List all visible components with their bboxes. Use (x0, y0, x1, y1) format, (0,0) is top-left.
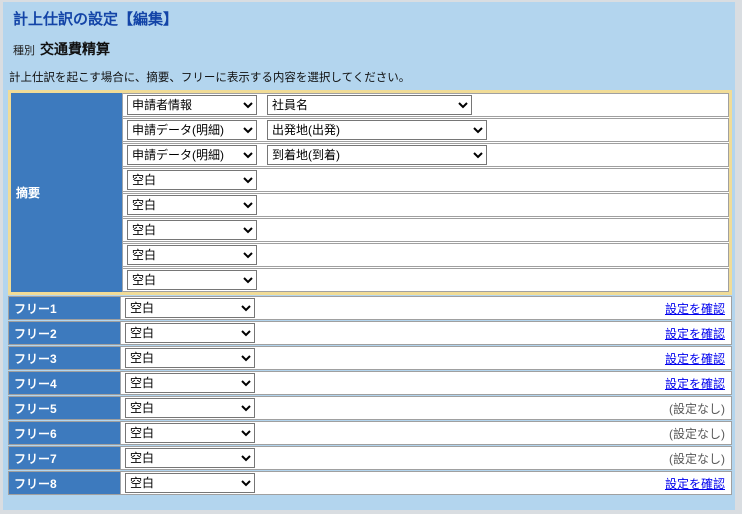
summary-row-3: 申請データ(明細) 到着地(到着) (123, 143, 729, 167)
free-5-source-select[interactable]: 空白 (125, 398, 255, 418)
free-row-5: フリー5 空白 (設定なし) (8, 396, 732, 420)
free-3-row-header: フリー3 (9, 347, 121, 369)
instruction-text: 計上仕訳を起こす場合に、摘要、フリーに表示する内容を選択してください。 (9, 69, 410, 85)
category-line: 種別交通費精算 (13, 39, 110, 59)
free-7-content: 空白 (設定なし) (121, 447, 731, 469)
summary-6-source-select[interactable]: 空白 (127, 220, 257, 240)
free-4-source-select[interactable]: 空白 (125, 373, 255, 393)
summary-row-1: 申請者情報 社員名 (123, 93, 729, 117)
summary-row-2: 申請データ(明細) 出発地(出発) (123, 118, 729, 142)
free-row-1: フリー1 空白 設定を確認 (8, 296, 732, 320)
summary-2-source-select[interactable]: 申請データ(明細) (127, 120, 257, 140)
free-7-no-setting-text: (設定なし) (669, 452, 725, 466)
free-row-7: フリー7 空白 (設定なし) (8, 446, 732, 470)
free-8-source-select[interactable]: 空白 (125, 473, 255, 493)
free-7-source-select[interactable]: 空白 (125, 448, 255, 468)
summary-rows: 申請者情報 社員名 申請データ(明細) 出発地(出発) 申請データ(明細) 到着… (123, 93, 729, 292)
free-2-content: 空白 設定を確認 (121, 322, 731, 344)
free-4-confirm-settings-link[interactable]: 設定を確認 (665, 377, 725, 391)
summary-4-source-select[interactable]: 空白 (127, 170, 257, 190)
free-8-row-header: フリー8 (9, 472, 121, 494)
free-2-row-header: フリー2 (9, 322, 121, 344)
summary-3-field-select[interactable]: 到着地(到着) (267, 145, 487, 165)
settings-page: 計上仕訳の設定【編集】 種別交通費精算 計上仕訳を起こす場合に、摘要、フリーに表… (3, 2, 735, 510)
free-row-4: フリー4 空白 設定を確認 (8, 371, 732, 395)
free-3-content: 空白 設定を確認 (121, 347, 731, 369)
category-value: 交通費精算 (40, 41, 110, 57)
summary-2-field-select[interactable]: 出発地(出発) (267, 120, 487, 140)
free-1-confirm-settings-link[interactable]: 設定を確認 (665, 302, 725, 316)
free-1-source-select[interactable]: 空白 (125, 298, 255, 318)
free-1-content: 空白 設定を確認 (121, 297, 731, 319)
summary-1-source-select[interactable]: 申請者情報 (127, 95, 257, 115)
summary-section: 摘要 申請者情報 社員名 申請データ(明細) 出発地(出発) 申請データ(明細)… (8, 90, 732, 295)
free-6-row-header: フリー6 (9, 422, 121, 444)
free-2-confirm-settings-link[interactable]: 設定を確認 (665, 327, 725, 341)
free-8-content: 空白 設定を確認 (121, 472, 731, 494)
category-label: 種別 (13, 45, 35, 57)
free-6-no-setting-text: (設定なし) (669, 427, 725, 441)
free-3-confirm-settings-link[interactable]: 設定を確認 (665, 352, 725, 366)
free-5-no-setting-text: (設定なし) (669, 402, 725, 416)
free-row-8: フリー8 空白 設定を確認 (8, 471, 732, 495)
free-6-source-select[interactable]: 空白 (125, 423, 255, 443)
page-title: 計上仕訳の設定【編集】 (13, 8, 178, 29)
summary-5-source-select[interactable]: 空白 (127, 195, 257, 215)
summary-row-7: 空白 (123, 243, 729, 267)
free-8-confirm-settings-link[interactable]: 設定を確認 (665, 477, 725, 491)
summary-row-header: 摘要 (11, 93, 123, 292)
summary-7-source-select[interactable]: 空白 (127, 245, 257, 265)
free-1-row-header: フリー1 (9, 297, 121, 319)
free-3-source-select[interactable]: 空白 (125, 348, 255, 368)
summary-3-source-select[interactable]: 申請データ(明細) (127, 145, 257, 165)
summary-8-source-select[interactable]: 空白 (127, 270, 257, 290)
summary-1-field-select[interactable]: 社員名 (267, 95, 472, 115)
summary-row-4: 空白 (123, 168, 729, 192)
free-5-row-header: フリー5 (9, 397, 121, 419)
free-2-source-select[interactable]: 空白 (125, 323, 255, 343)
free-4-row-header: フリー4 (9, 372, 121, 394)
free-7-row-header: フリー7 (9, 447, 121, 469)
summary-row-6: 空白 (123, 218, 729, 242)
free-5-content: 空白 (設定なし) (121, 397, 731, 419)
journal-settings-table: 摘要 申請者情報 社員名 申請データ(明細) 出発地(出発) 申請データ(明細)… (8, 90, 732, 495)
free-row-3: フリー3 空白 設定を確認 (8, 346, 732, 370)
free-row-6: フリー6 空白 (設定なし) (8, 421, 732, 445)
summary-row-5: 空白 (123, 193, 729, 217)
free-4-content: 空白 設定を確認 (121, 372, 731, 394)
free-6-content: 空白 (設定なし) (121, 422, 731, 444)
free-row-2: フリー2 空白 設定を確認 (8, 321, 732, 345)
summary-row-8: 空白 (123, 268, 729, 292)
